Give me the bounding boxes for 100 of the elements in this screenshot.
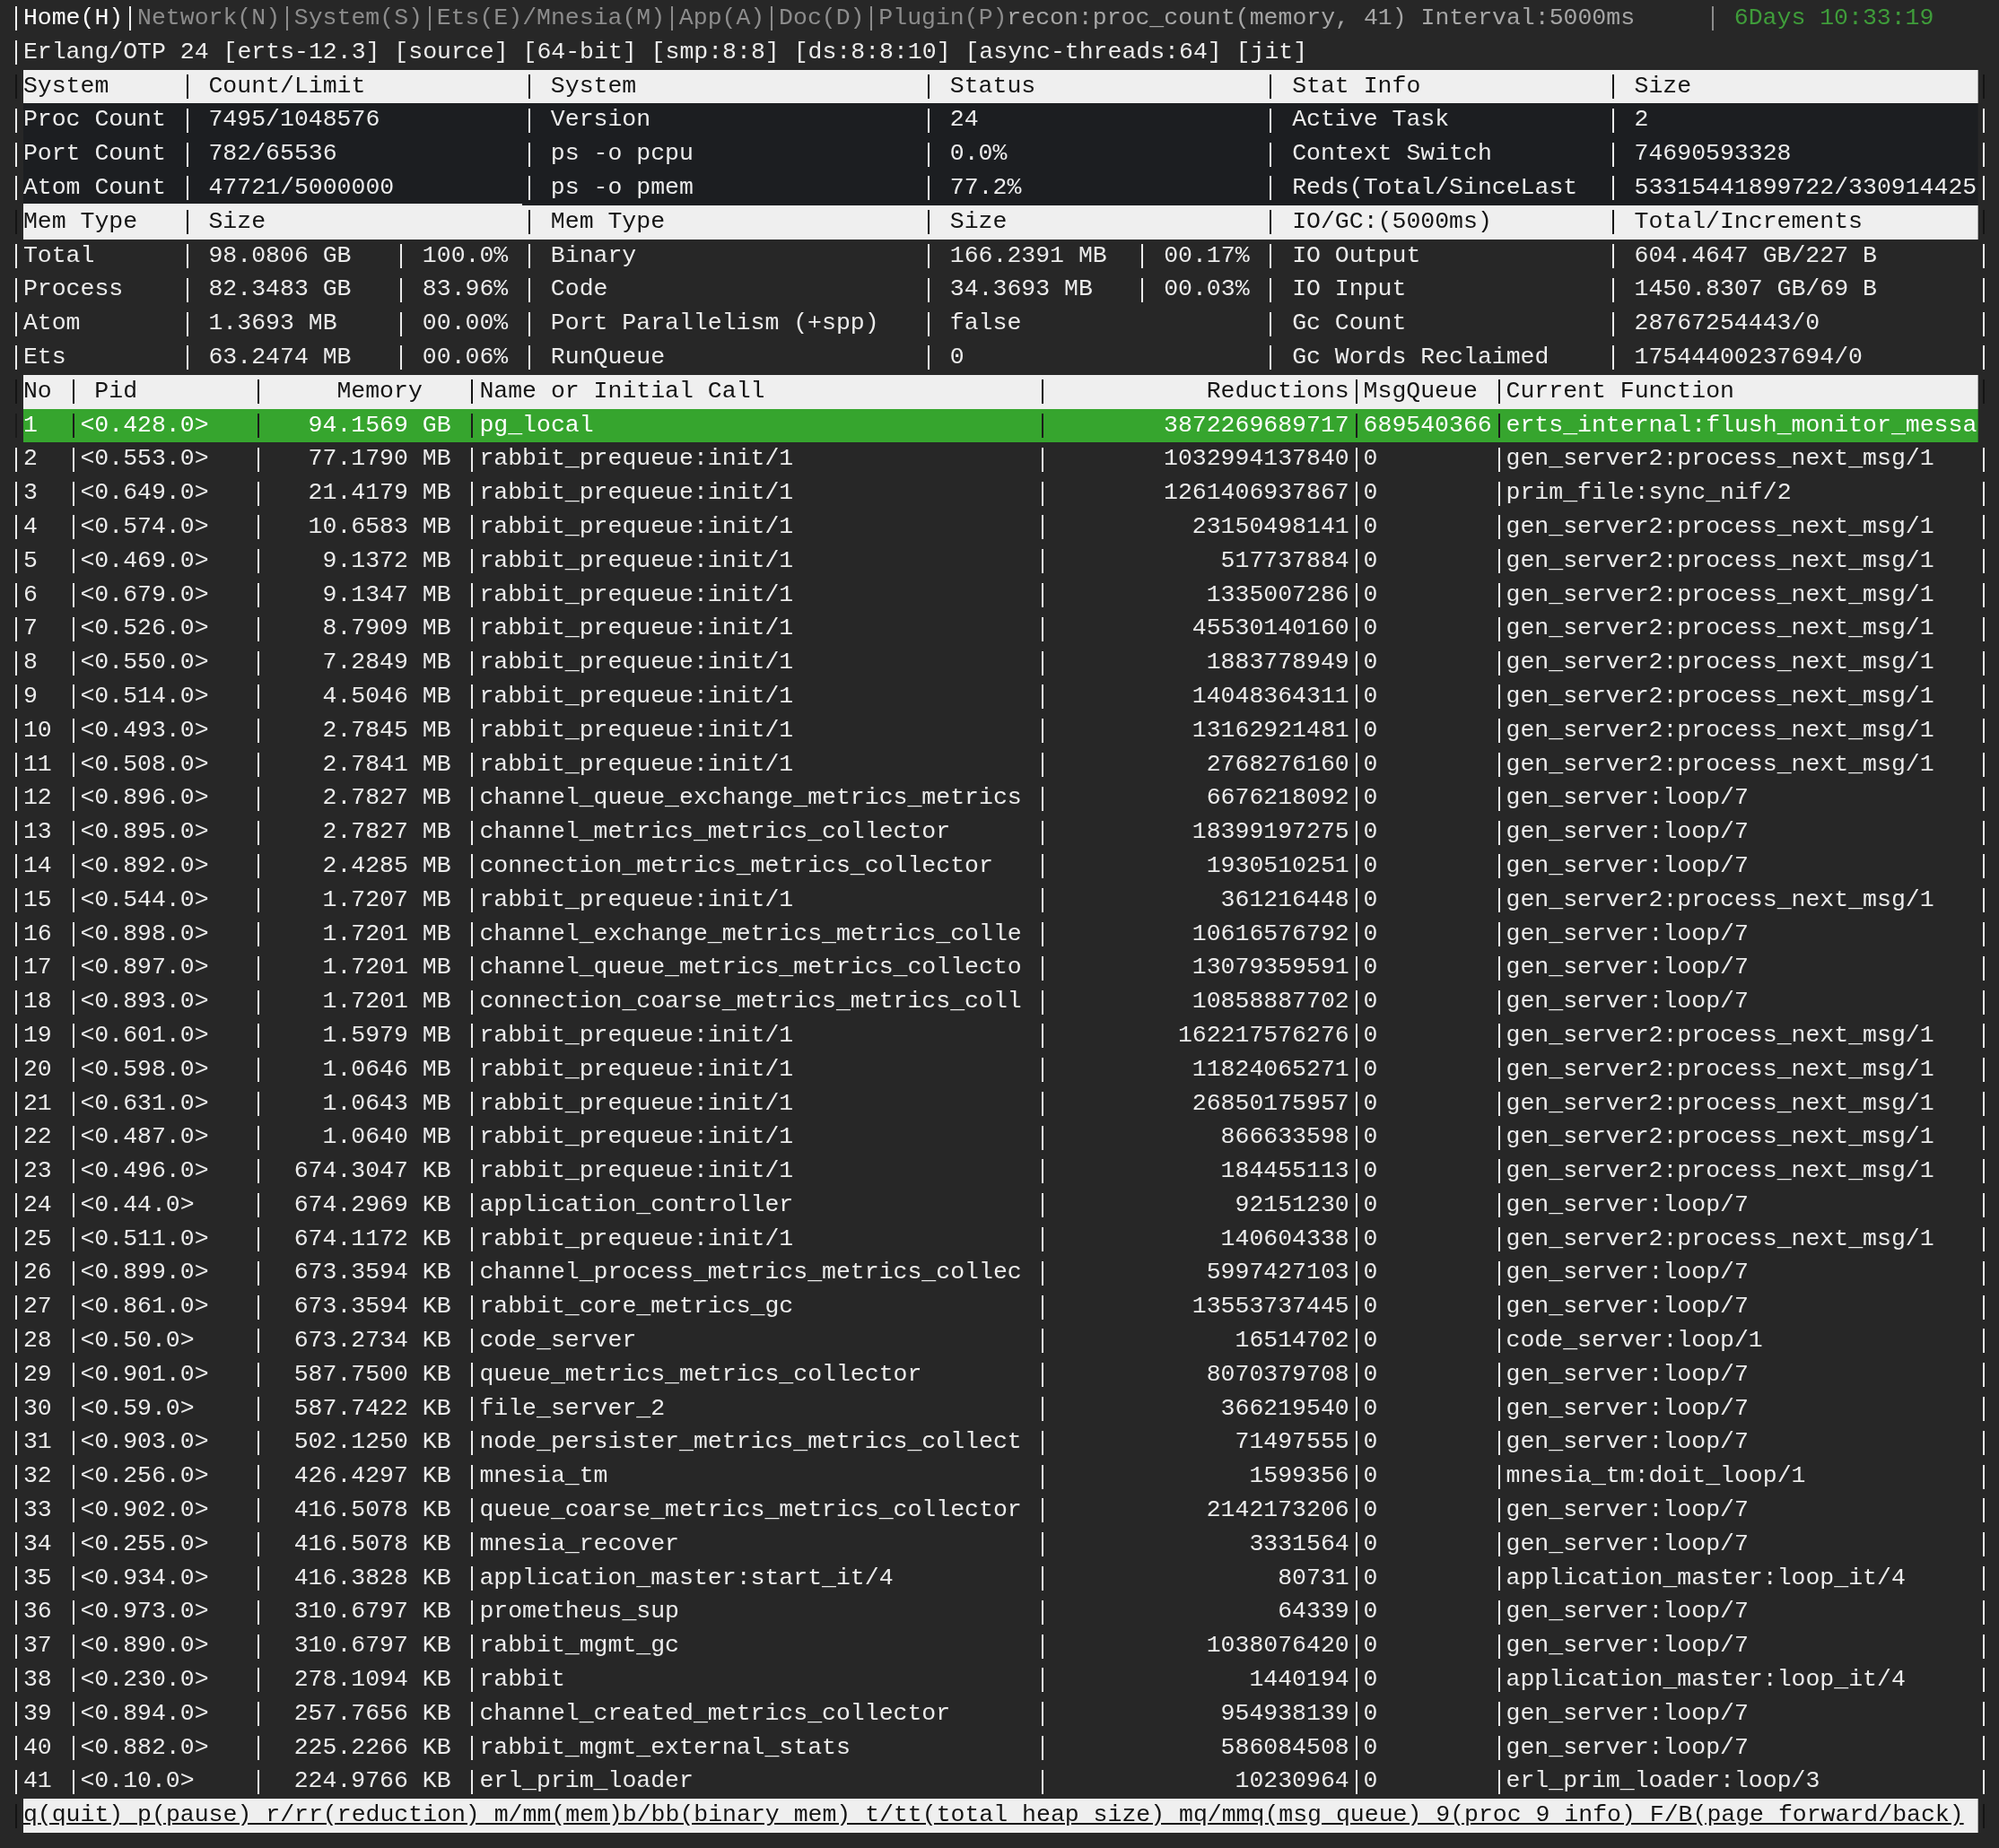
table-cell-text: 14 [22,850,52,881]
table-cell-text: 1032994137840 [1164,444,1349,475]
table-cell-text: Atom [22,309,81,339]
table-cell-text: rabbit_prequeue:init/1 [479,681,794,711]
table-cell-text: rabbit_prequeue:init/1 [479,1224,794,1254]
table-cell-text: rabbit_prequeue:init/1 [479,545,794,576]
table-cell-text: 0 [1363,850,1378,881]
menu-tab[interactable]: Plugin(P) [878,2,1008,36]
table-cell-text: Gc Words Reclaimed [1292,342,1549,372]
table-cell-text: rabbit_prequeue:init/1 [479,1020,794,1050]
table-cell-text: 1440194 [1249,1665,1349,1695]
table-cell-text: application_master:loop_it/4 [1506,1563,1906,1593]
table-cell-text: Binary [550,240,637,271]
table-cell-text: 29 [22,1359,52,1390]
table-cell-text: Proc Count [22,105,166,135]
table-cell-text: file_server_2 [479,1393,666,1424]
table-cell-text: 1.0646 MB [322,1054,451,1085]
table-cell-text: 64339 [1278,1597,1349,1627]
table-cell-text: 31 [22,1427,52,1458]
table-cell-text: <0.902.0> [80,1495,209,1526]
table-cell-text: 673.2734 KB [293,1326,451,1356]
menu-tab[interactable]: Home(H) [22,2,124,36]
column-header: Size [208,206,266,237]
menu-tab[interactable]: App(A) [678,2,765,36]
table-cell-text: rabbit_prequeue:init/1 [479,749,794,780]
table-cell-text: <0.598.0> [80,1054,209,1085]
table-cell-text: 19 [22,1020,52,1050]
table-cell-text: 15 [22,885,52,915]
table-cell-text: <0.553.0> [80,444,209,475]
table-cell-text: 26850175957 [1192,1088,1349,1119]
table-cell-text: gen_server2:process_next_msg/1 [1506,749,1934,780]
column-header: Status [949,71,1036,101]
table-cell-text: 166.2391 MB [949,240,1107,271]
table-cell-text: 28767254443/0 [1634,309,1820,339]
table-cell-text: 0 [1363,1427,1378,1458]
table-cell-text: 0 [1363,478,1378,509]
table-cell-text: 14048364311 [1192,681,1349,711]
table-cell-text: 224.9766 KB [293,1766,451,1797]
shortcut-hint: q(quit) p(pause) r/rr(reduction) m/mm(mem)b/bb(binary mem) t/tt(total heap size) mq/mmq(msg queue) 9(proc 9 info) F/B(page forward/back) [22,1800,1964,1831]
table-cell-text: gen_server2:process_next_msg/1 [1506,1020,1934,1050]
table-cell-text: 21 [22,1088,52,1119]
table-cell-text: Process [22,275,124,305]
table-cell-text: 674.2969 KB [293,1190,451,1220]
table-cell-text: 20 [22,1054,52,1085]
table-cell-text: 0 [1363,1054,1378,1085]
column-header: Current Function [1506,376,1734,406]
table-cell-text: 674.3047 KB [293,1156,451,1187]
table-cell-text: 225.2266 KB [293,1732,451,1763]
table-cell-text: gen_server2:process_next_msg/1 [1506,885,1934,915]
table-cell-text: 41 [22,1766,52,1797]
table-cell-text: 1.5979 MB [322,1020,451,1050]
table-cell-text: rabbit_prequeue:init/1 [479,444,794,475]
table-cell-text: 0 [1363,614,1378,644]
table-cell-text: 0 [1363,1461,1378,1492]
menu-tab[interactable]: System(S) [293,2,423,36]
table-cell-text: rabbit_prequeue:init/1 [479,478,794,509]
table-cell-text: Code [550,275,608,305]
table-cell-text: 74690593328 [1634,139,1792,170]
table-cell-text: <0.861.0> [80,1292,209,1322]
table-cell-text: 24 [22,1190,52,1220]
table-cell-text: channel_queue_metrics_metrics_collecto [479,953,1022,983]
menu-tab[interactable]: Ets(E)/Mnesia(M) [436,2,666,36]
table-cell-text: rabbit [479,1665,565,1695]
table-cell-text: gen_server2:process_next_msg/1 [1506,1088,1934,1119]
table-cell-text: 17544400237694/0 [1634,342,1863,372]
table-cell-text: 954938139 [1220,1698,1349,1729]
table-cell-text: code_server:loop/1 [1506,1326,1763,1356]
table-cell-text: gen_server2:process_next_msg/1 [1506,511,1934,542]
table-cell-text: 502.1250 KB [293,1427,451,1458]
table-cell-text: queue_metrics_metrics_collector [479,1359,922,1390]
table-cell-text: 0 [1363,444,1378,475]
table-cell-text: gen_server:loop/7 [1506,1359,1749,1390]
table-cell-text: 1.7201 MB [322,919,451,949]
table-cell-text: <0.10.0> [80,1766,195,1797]
table-cell-text: 3872269689717 [1164,410,1349,440]
table-cell-text: Version [550,105,651,135]
menu-tab[interactable]: Doc(D) [779,2,865,36]
table-cell-text: <0.601.0> [80,1020,209,1050]
table-cell-text: 27 [22,1292,52,1322]
table-cell-text: gen_server:loop/7 [1506,1732,1749,1763]
table-cell-text: 2142173206 [1206,1495,1349,1526]
table-cell-text: rabbit_prequeue:init/1 [479,1088,794,1119]
table-cell-text: 10616576792 [1192,919,1349,949]
table-cell-text: 587.7422 KB [293,1393,451,1424]
table-cell-text: 47721/5000000 [208,173,395,203]
table-cell-text: gen_server2:process_next_msg/1 [1506,614,1934,644]
table-cell-text: 16 [22,919,52,949]
table-cell-text: 0 [1363,511,1378,542]
column-header: Reductions [1206,376,1349,406]
column-header: No [22,376,52,406]
table-cell-text: 1930510251 [1206,850,1349,881]
menu-tab[interactable]: Network(N) [137,2,281,36]
table-cell-text: 416.3828 KB [293,1563,451,1593]
column-header: Size [949,206,1008,237]
table-cell-text: <0.526.0> [80,614,209,644]
table-cell-text: gen_server:loop/7 [1506,1495,1749,1526]
table-cell-text: 0 [1363,1292,1378,1322]
table-cell-text: <0.230.0> [80,1665,209,1695]
table-cell-text: <0.496.0> [80,1156,209,1187]
table-cell-text: 673.3594 KB [293,1258,451,1288]
